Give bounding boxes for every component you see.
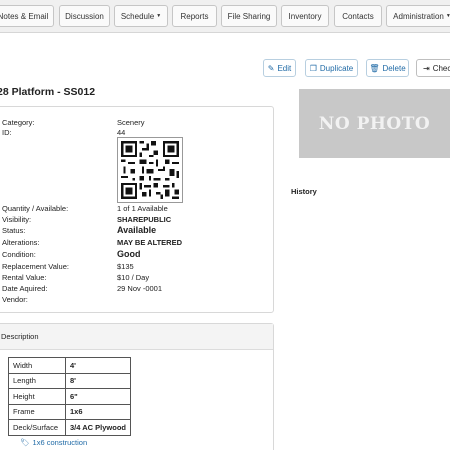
nav-schedule[interactable]: Schedule ▼ (114, 5, 168, 27)
nav-label: Discussion (65, 11, 104, 21)
edit-button[interactable]: ✎ Edit (263, 59, 296, 77)
nav-label: Schedule (120, 11, 155, 21)
duplicate-button[interactable]: ❐ Duplicate (305, 59, 358, 77)
edit-label: Edit (277, 63, 292, 73)
nav-administration[interactable]: Administration ▼ (386, 5, 450, 27)
condition-value: Good (117, 249, 141, 259)
spec-key: Height (8, 388, 66, 405)
table-row: Width 4' (8, 357, 131, 374)
id-value: 44 (117, 128, 126, 137)
copy-icon: ❐ (309, 63, 317, 73)
top-navigation-bar: Notes & Email Discussion Schedule ▼ Repor… (0, 0, 450, 33)
nav-label: File Sharing (227, 11, 271, 21)
nav-notes-email[interactable]: Notes & Email (0, 5, 54, 27)
condition-label: Condition: (2, 250, 36, 259)
checkout-label: Chec (432, 63, 450, 73)
trash-icon: 🗑 (369, 63, 380, 73)
checkout-button[interactable]: ⇥ Chec (416, 59, 450, 77)
tag-link-1x6-construction[interactable]: 🏷 1x6 construction (20, 438, 87, 447)
nav-label: Administration (393, 11, 444, 21)
visibility-label: Visibility: (2, 215, 32, 224)
description-header: Description (0, 324, 273, 350)
qr-code (117, 137, 183, 203)
spec-value: 4' (65, 357, 131, 374)
nav-contacts[interactable]: Contacts (334, 5, 382, 27)
chevron-down-icon: ▼ (156, 13, 162, 19)
nav-discussion[interactable]: Discussion (59, 5, 110, 27)
table-row: Frame 1x6 (8, 403, 131, 420)
item-photo-placeholder: NO PHOTO (299, 89, 450, 158)
table-row: Height 6" (8, 388, 131, 405)
duplicate-label: Duplicate (319, 63, 354, 73)
tag-link-label: 1x6 construction (32, 438, 88, 447)
category-value: Scenery (117, 118, 145, 127)
alterations-value: MAY BE ALTERED (117, 238, 183, 247)
rental-value-label: Rental Value: (2, 273, 47, 282)
spec-value: 3/4 AC Plywood (65, 419, 131, 436)
date-acquired-value: 29 Nov -0001 (117, 284, 163, 293)
visibility-value: SHAREPUBLIC (117, 215, 172, 224)
spec-value: 8' (65, 372, 131, 389)
tag-icon: 🏷 (20, 438, 30, 447)
status-value: Available (117, 225, 157, 235)
alterations-label: Alterations: (2, 238, 40, 247)
pencil-icon: ✎ (267, 63, 275, 73)
vendor-label: Vendor: (2, 295, 28, 304)
page-title: 28 Platform - SS012 (0, 86, 96, 98)
nav-label: Inventory (288, 11, 322, 21)
nav-label: Reports (180, 11, 209, 21)
spec-key: Deck/Surface (8, 419, 66, 436)
category-label: Category: (2, 118, 35, 127)
id-label: ID: (2, 128, 12, 137)
spec-value: 6" (65, 388, 131, 405)
nav-label: Contacts (342, 11, 374, 21)
spec-value: 1x6 (65, 403, 131, 420)
chevron-down-icon: ▼ (445, 13, 450, 19)
nav-file-sharing[interactable]: File Sharing (221, 5, 277, 27)
spec-key: Frame (8, 403, 66, 420)
table-row: Deck/Surface 3/4 AC Plywood (8, 419, 131, 436)
status-label: Status: (2, 226, 26, 235)
replacement-value: $135 (117, 262, 134, 271)
nav-label: Notes & Email (0, 11, 49, 21)
replacement-value-label: Replacement Value: (2, 262, 69, 271)
no-photo-text: NO PHOTO (318, 113, 431, 134)
checkout-icon: ⇥ (423, 63, 430, 73)
rental-value: $10 / Day (117, 273, 150, 282)
table-row: Length 8' (8, 372, 131, 389)
spec-key: Width (8, 357, 66, 374)
quantity-value: 1 of 1 Available (117, 204, 168, 213)
qr-code-image (121, 141, 179, 199)
nav-inventory[interactable]: Inventory (281, 5, 329, 27)
delete-button[interactable]: 🗑 Delete (366, 59, 409, 77)
quantity-label: Quantity / Available: (2, 204, 69, 213)
delete-label: Delete (382, 63, 406, 73)
nav-reports[interactable]: Reports (172, 5, 217, 27)
spec-table: Width 4' Length 8' Height 6" Frame 1x6 D… (8, 357, 131, 436)
spec-key: Length (8, 372, 66, 389)
history-heading: History (291, 187, 317, 196)
date-acquired-label: Date Aquired: (2, 284, 48, 293)
description-title: Description (1, 332, 39, 341)
